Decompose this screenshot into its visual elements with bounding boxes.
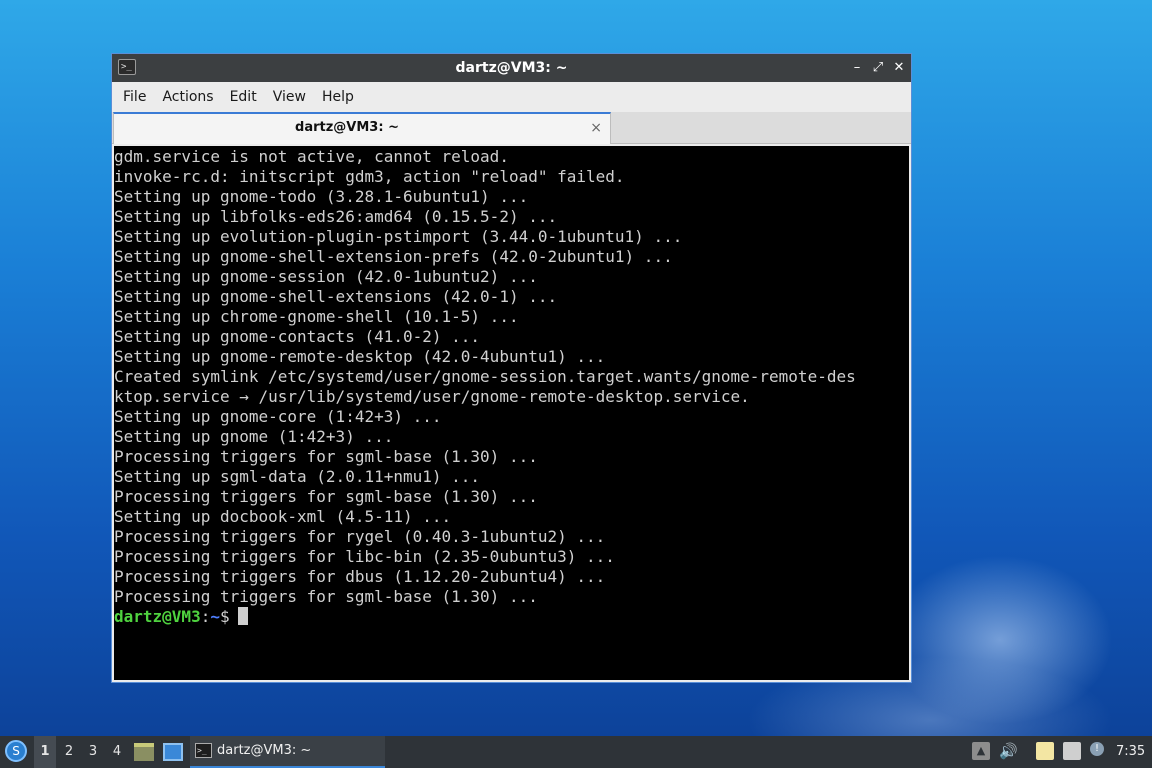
terminal-line: Setting up gnome-shell-extension-prefs (… — [114, 247, 673, 266]
menu-view[interactable]: View — [266, 82, 313, 112]
terminal-line: Setting up libfolks-eds26:amd64 (0.15.5-… — [114, 207, 558, 226]
terminal-line: Setting up evolution-plugin-pstimport (3… — [114, 227, 683, 246]
prompt-symbol: $ — [219, 607, 230, 626]
file-manager-icon[interactable] — [134, 743, 154, 761]
terminal-line: Processing triggers for sgml-base (1.30)… — [114, 447, 538, 466]
terminal-prompt[interactable]: dartz@VM3:~$ — [114, 607, 909, 627]
terminal-line: Setting up gnome-remote-desktop (42.0-4u… — [114, 347, 606, 366]
network-icon[interactable] — [1063, 742, 1081, 760]
terminal-line: Processing triggers for sgml-base (1.30)… — [114, 587, 538, 606]
terminal-line: Setting up gnome-contacts (41.0-2) ... — [114, 327, 481, 346]
minimize-button[interactable]: – — [848, 59, 866, 77]
taskbar-task-label: dartz@VM3: ~ — [217, 743, 312, 758]
tab-terminal[interactable]: dartz@VM3: ~ × — [113, 112, 611, 144]
window-title: dartz@VM3: ~ — [455, 60, 568, 76]
close-button[interactable]: ✕ — [890, 59, 908, 77]
taskbar: S 1 2 3 4 >_ dartz@VM3: ~ ▲ 🔊 ! 7:35 — [0, 736, 1152, 768]
terminal-line: invoke-rc.d: initscript gdm3, action "re… — [114, 167, 625, 186]
terminal-line: Setting up gnome-session (42.0-1ubuntu2)… — [114, 267, 538, 286]
prompt-path: ~ — [210, 607, 220, 626]
terminal-line: Setting up chrome-gnome-shell (10.1-5) .… — [114, 307, 519, 326]
maximize-button[interactable]: ⤢ — [869, 59, 887, 77]
tab-label: dartz@VM3: ~ — [295, 120, 399, 135]
workspace-2[interactable]: 2 — [58, 736, 80, 768]
window-titlebar[interactable]: >_ dartz@VM3: ~ – ⤢ ✕ — [112, 54, 911, 82]
tab-close-icon[interactable]: × — [590, 118, 602, 138]
update-notifier-icon[interactable]: ▲ — [972, 742, 990, 760]
terminal-line: Setting up sgml-data (2.0.11+nmu1) ... — [114, 467, 481, 486]
taskbar-terminal-button[interactable]: >_ dartz@VM3: ~ — [190, 736, 385, 768]
terminal-line: Setting up gnome-todo (3.28.1-6ubuntu1) … — [114, 187, 529, 206]
workspace-3[interactable]: 3 — [82, 736, 104, 768]
terminal-line: Setting up gnome-core (1:42+3) ... — [114, 407, 442, 426]
tab-bar: dartz@VM3: ~ × — [112, 112, 911, 144]
prompt-separator: : — [200, 607, 211, 626]
terminal-line: Setting up gnome (1:42+3) ... — [114, 427, 394, 446]
menu-edit[interactable]: Edit — [223, 82, 264, 112]
menubar: File Actions Edit View Help — [112, 82, 911, 112]
menu-actions[interactable]: Actions — [155, 82, 220, 112]
terminal-output[interactable]: gdm.service is not active, cannot reload… — [114, 146, 909, 680]
prompt-user-host: dartz@VM3 — [114, 607, 201, 626]
terminal-line: Created symlink /etc/systemd/user/gnome-… — [114, 367, 856, 386]
volume-icon[interactable]: 🔊 — [999, 742, 1018, 760]
clock[interactable]: 7:35 — [1116, 736, 1145, 768]
terminal-line: gdm.service is not active, cannot reload… — [114, 147, 509, 166]
terminal-task-icon: >_ — [195, 743, 212, 758]
terminal-line: Processing triggers for rygel (0.40.3-1u… — [114, 527, 606, 546]
menu-help[interactable]: Help — [315, 82, 361, 112]
terminal-line: Processing triggers for libc-bin (2.35-0… — [114, 547, 615, 566]
terminal-line: Setting up gnome-shell-extensions (42.0-… — [114, 287, 558, 306]
show-desktop-icon[interactable] — [163, 743, 183, 761]
terminal-cursor — [237, 607, 248, 625]
clipboard-icon[interactable] — [1036, 742, 1054, 760]
terminal-window: >_ dartz@VM3: ~ – ⤢ ✕ File Actions Edit … — [111, 53, 912, 683]
terminal-line: Processing triggers for dbus (1.12.20-2u… — [114, 567, 606, 586]
terminal-line: Setting up docbook-xml (4.5-11) ... — [114, 507, 452, 526]
menu-file[interactable]: File — [116, 82, 153, 112]
notification-icon[interactable]: ! — [1090, 742, 1104, 756]
workspace-1[interactable]: 1 — [34, 736, 56, 768]
workspace-4[interactable]: 4 — [106, 736, 128, 768]
terminal-line: ktop.service → /usr/lib/systemd/user/gno… — [114, 387, 750, 406]
start-menu-icon[interactable]: S — [5, 740, 27, 762]
terminal-line: Processing triggers for sgml-base (1.30)… — [114, 487, 538, 506]
